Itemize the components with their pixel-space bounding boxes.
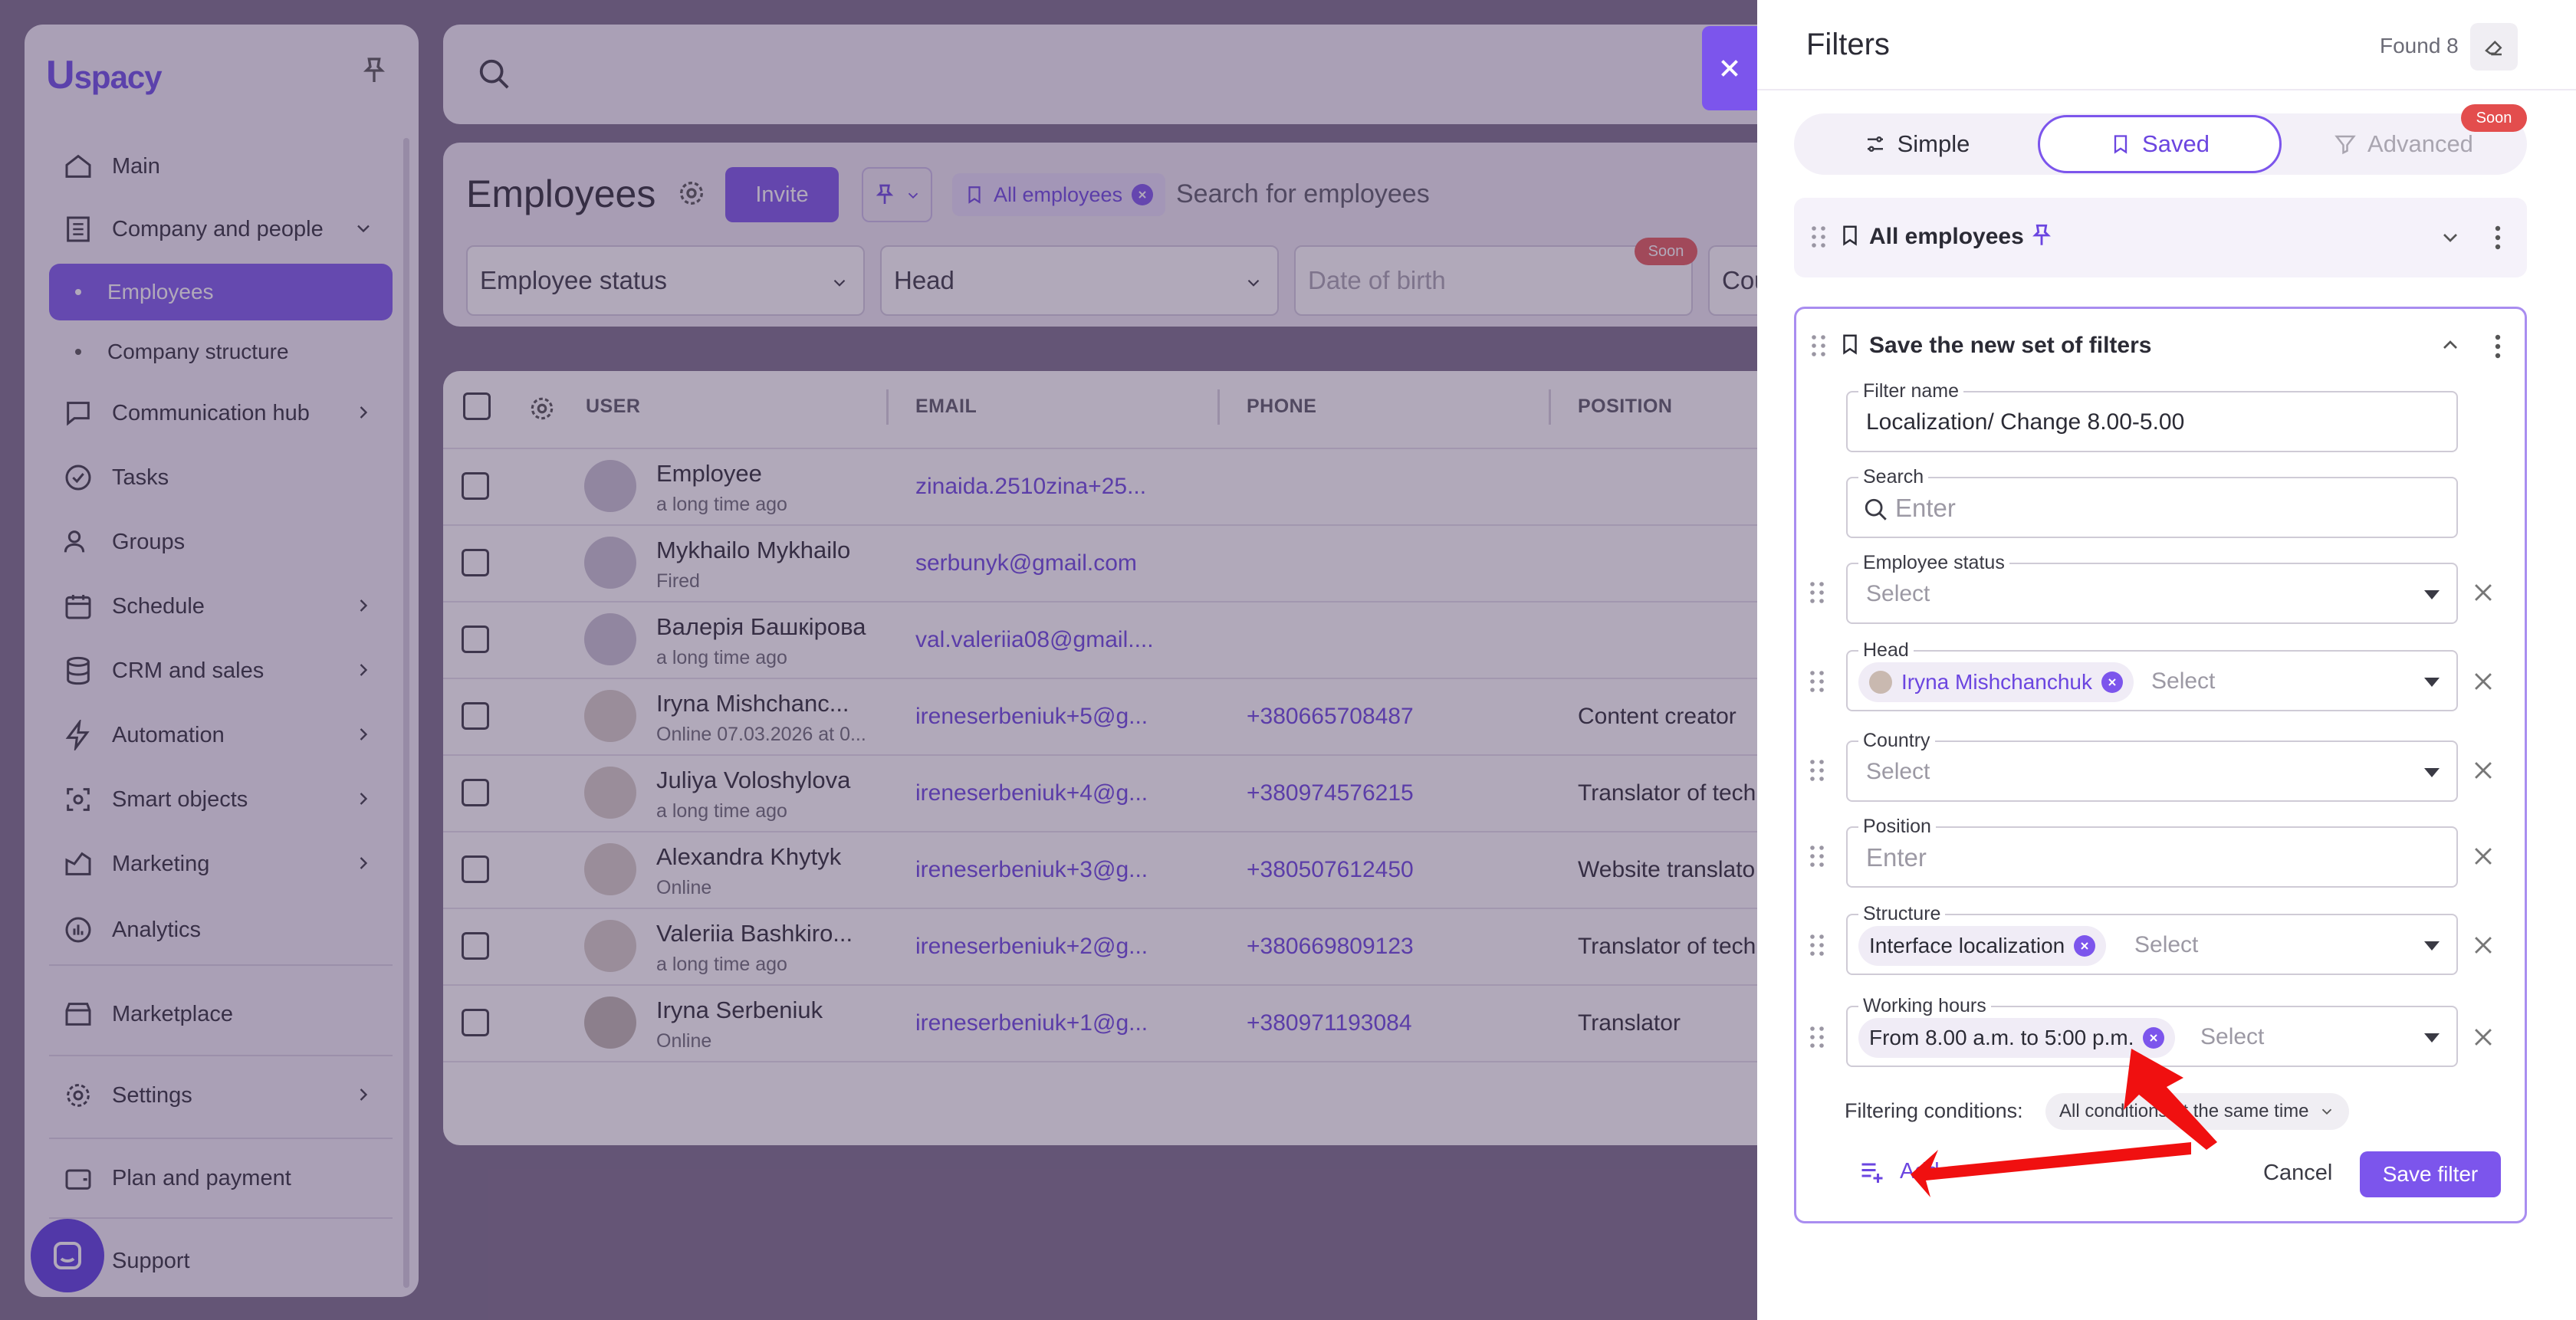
saved-filter-title: All employees bbox=[1869, 224, 2024, 249]
field-label: Working hours bbox=[1858, 995, 1991, 1017]
field-label: Position bbox=[1858, 816, 1936, 838]
country-select[interactable]: Country Select bbox=[1846, 730, 2458, 802]
dropdown-caret-icon bbox=[2424, 1033, 2440, 1043]
more-vertical-icon[interactable] bbox=[2490, 333, 2505, 360]
field-label: Head bbox=[1858, 639, 1914, 662]
sliders-icon bbox=[1867, 136, 1883, 152]
close-icon bbox=[1721, 60, 1738, 77]
drag-handle-icon[interactable] bbox=[1809, 759, 1825, 782]
employee-status-select[interactable]: Employee status Select bbox=[1846, 552, 2458, 624]
drag-handle-icon[interactable] bbox=[1809, 670, 1825, 693]
add-list-icon bbox=[1861, 1163, 1883, 1183]
search-icon bbox=[1865, 498, 1887, 520]
tag-label: From 8.00 a.m. to 5:00 p.m. bbox=[1869, 1026, 2134, 1049]
field-placeholder: Select bbox=[2200, 1024, 2265, 1049]
bookmark-icon bbox=[2114, 135, 2128, 154]
position-input[interactable]: Position Enter bbox=[1846, 816, 2458, 888]
field-label: Employee status bbox=[1858, 552, 2009, 574]
remove-field-icon[interactable] bbox=[2470, 843, 2496, 869]
more-vertical-icon[interactable] bbox=[2490, 224, 2505, 251]
field-placeholder: Enter bbox=[1866, 843, 1927, 872]
bookmark-icon bbox=[1843, 225, 1857, 246]
pin-icon[interactable] bbox=[2029, 222, 2055, 248]
drag-handle-icon[interactable] bbox=[1809, 845, 1825, 868]
save-filter-button[interactable]: Save filter bbox=[2360, 1151, 2501, 1197]
field-placeholder: Select bbox=[2151, 668, 2216, 694]
avatar bbox=[1869, 671, 1892, 694]
tab-simple[interactable]: Simple bbox=[1809, 115, 2024, 173]
dropdown-caret-icon bbox=[2424, 678, 2440, 687]
remove-field-icon[interactable] bbox=[2470, 1024, 2496, 1050]
cancel-button[interactable]: Cancel bbox=[2263, 1161, 2332, 1186]
tab-label: Simple bbox=[1897, 130, 1970, 157]
remove-field-icon[interactable] bbox=[2470, 757, 2496, 783]
dropdown-caret-icon bbox=[2424, 941, 2440, 951]
add-field-button[interactable]: Add bbox=[1858, 1157, 1940, 1185]
filtering-conditions-label: Filtering conditions: bbox=[1845, 1099, 2023, 1122]
drag-handle-icon[interactable] bbox=[1809, 581, 1825, 604]
drag-handle-icon[interactable] bbox=[1811, 225, 1826, 248]
drag-handle-icon[interactable] bbox=[1809, 934, 1825, 957]
field-placeholder: Select bbox=[1866, 581, 1930, 606]
close-icon[interactable] bbox=[2143, 1027, 2165, 1049]
tab-saved[interactable]: Saved bbox=[2038, 115, 2282, 173]
remove-field-icon[interactable] bbox=[2470, 668, 2496, 694]
search-field[interactable]: Search Enter bbox=[1846, 466, 2458, 538]
structure-select[interactable]: Structure Interface localization Select bbox=[1846, 903, 2458, 975]
field-placeholder: Select bbox=[1866, 759, 1930, 784]
close-icon[interactable] bbox=[2074, 935, 2096, 957]
field-placeholder: Enter bbox=[1895, 494, 1956, 522]
working-hours-select[interactable]: Working hours From 8.00 a.m. to 5:00 p.m… bbox=[1846, 995, 2458, 1067]
field-value: Localization/ Change 8.00-5.00 bbox=[1866, 409, 2185, 435]
selected-working-hours-tag[interactable]: From 8.00 a.m. to 5:00 p.m. bbox=[1858, 1018, 2176, 1058]
selected-structure-tag[interactable]: Interface localization bbox=[1858, 926, 2107, 966]
tab-label: Advanced bbox=[2367, 130, 2473, 157]
field-label: Search bbox=[1858, 466, 1929, 488]
drag-handle-icon[interactable] bbox=[1809, 1026, 1825, 1049]
field-placeholder: Select bbox=[2134, 932, 2199, 957]
chevron-up-icon[interactable] bbox=[2438, 333, 2463, 357]
drag-handle-icon[interactable] bbox=[1811, 334, 1826, 357]
button-label: Add bbox=[1900, 1158, 1940, 1184]
selected-head-tag[interactable]: Iryna Mishchanchuk bbox=[1858, 662, 2134, 702]
found-count: Found 8 bbox=[2380, 34, 2459, 57]
tag-label: Interface localization bbox=[1869, 934, 2065, 957]
panel-title: Filters bbox=[1806, 28, 1890, 61]
head-select[interactable]: Head Iryna Mishchanchuk Select bbox=[1846, 639, 2458, 711]
new-set-title: Save the new set of filters bbox=[1869, 333, 2152, 358]
remove-field-icon[interactable] bbox=[2470, 580, 2496, 606]
close-panel-button[interactable] bbox=[1702, 26, 1757, 110]
close-icon[interactable] bbox=[2101, 671, 2124, 693]
field-label: Filter name bbox=[1858, 380, 1964, 402]
field-label: Country bbox=[1858, 730, 1935, 752]
field-label: Structure bbox=[1858, 903, 1946, 925]
tag-label: Iryna Mishchanchuk bbox=[1901, 670, 2093, 694]
chevron-down-icon[interactable] bbox=[2438, 225, 2463, 250]
eraser-icon bbox=[2485, 40, 2502, 56]
bookmark-icon bbox=[1843, 334, 1857, 355]
filter-name-field[interactable]: Filter name Localization/ Change 8.00-5.… bbox=[1846, 380, 2458, 452]
remove-field-icon[interactable] bbox=[2470, 932, 2496, 958]
modal-backdrop[interactable] bbox=[0, 0, 1757, 1320]
dropdown-value: All conditions at the same time bbox=[2059, 1101, 2309, 1121]
soon-badge: Soon bbox=[2461, 104, 2527, 132]
clear-filters-button[interactable] bbox=[2470, 23, 2518, 71]
dropdown-caret-icon bbox=[2424, 590, 2440, 599]
chevron-down-icon bbox=[2321, 1108, 2331, 1115]
dropdown-caret-icon bbox=[2424, 768, 2440, 777]
filtering-conditions-dropdown[interactable]: All conditions at the same time bbox=[2045, 1093, 2349, 1130]
tab-label: Saved bbox=[2142, 130, 2210, 157]
filter-icon bbox=[2334, 135, 2356, 155]
